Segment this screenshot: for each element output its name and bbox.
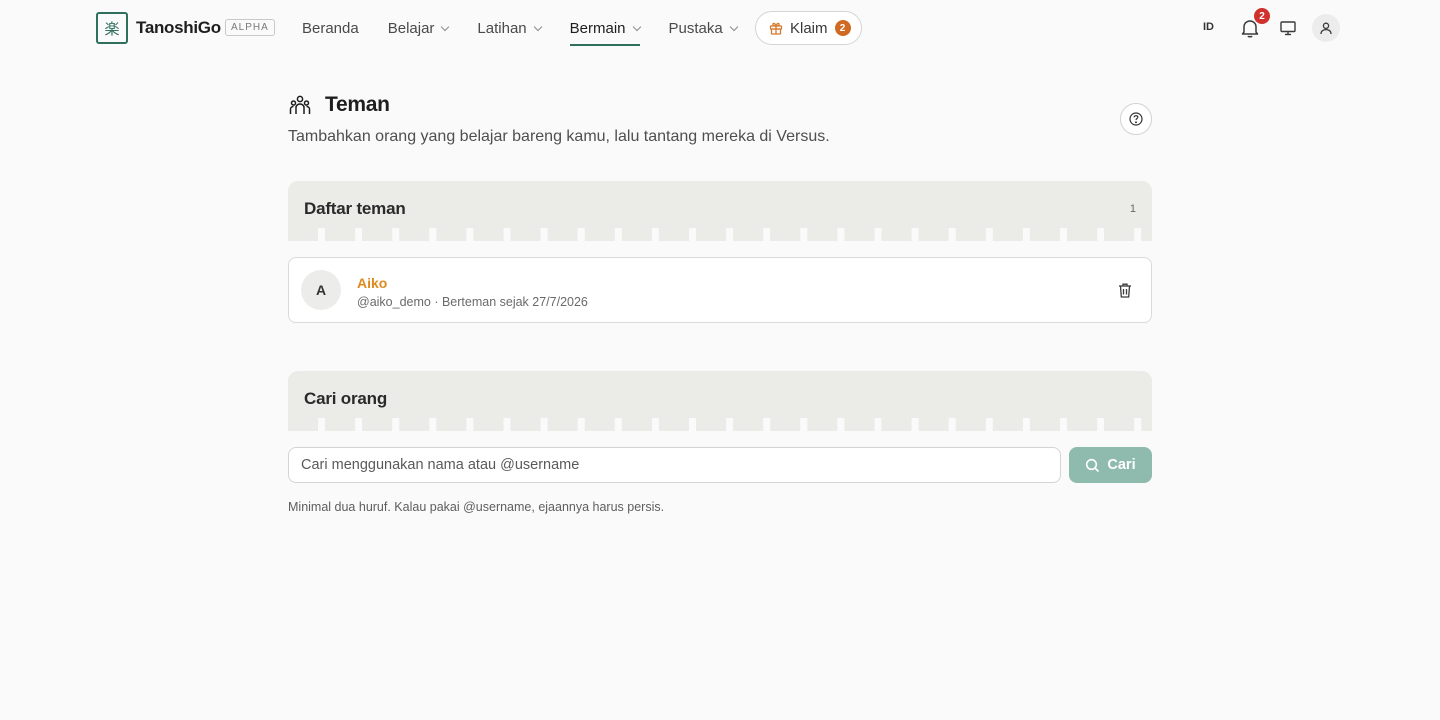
help-icon (1129, 112, 1143, 126)
avatar: A (301, 270, 341, 310)
nav-item-beranda[interactable]: Beranda (302, 0, 359, 56)
claim-button[interactable]: Klaim 2 (755, 11, 862, 45)
friends-section-header: Daftar teman 1 (288, 181, 1152, 241)
chevron-down-icon (533, 22, 542, 31)
monitor-icon[interactable] (1279, 19, 1297, 37)
friend-list-item[interactable]: A Aiko @aiko_demo · Berteman sejak 27/7/… (288, 257, 1152, 323)
chevron-down-icon (632, 22, 641, 31)
people-icon (289, 95, 311, 114)
notification-count-badge: 2 (1254, 8, 1270, 24)
claim-count-badge: 2 (834, 20, 851, 36)
nav-label: Latihan (477, 19, 527, 37)
search-hint: Minimal dua huruf. Kalau pakai @username… (288, 500, 665, 514)
nav-item-belajar[interactable]: Belajar (387, 0, 450, 56)
page-subtitle: Tambahkan orang yang belajar bareng kamu… (288, 128, 830, 145)
user-menu-button[interactable] (1312, 14, 1340, 42)
friend-name-link[interactable]: Aiko (357, 275, 387, 291)
search-button-label: Cari (1107, 457, 1136, 473)
nav-label: Belajar (387, 19, 435, 37)
language-switch[interactable]: ID (1203, 21, 1214, 33)
logo-icon[interactable]: 楽 (96, 12, 128, 44)
nav-item-bermain[interactable]: Bermain (569, 0, 641, 56)
chevron-down-icon (729, 22, 738, 31)
chevron-down-icon (441, 22, 450, 31)
alpha-badge: ALPHA (225, 19, 275, 36)
brand-name[interactable]: TanoshiGo (136, 18, 221, 38)
search-section-title: Cari orang (304, 389, 388, 408)
friends-count: 1 (1129, 203, 1136, 215)
friend-meta: @aiko_demo · Berteman sejak 27/7/2026 (357, 295, 588, 309)
help-button[interactable] (1120, 103, 1152, 135)
nav-item-pustaka[interactable]: Pustaka (668, 0, 738, 56)
friends-section-title: Daftar teman (304, 199, 406, 218)
ticks-decoration (318, 418, 1142, 431)
user-icon (1320, 22, 1332, 35)
nav-label: Beranda (302, 19, 359, 37)
claim-label: Klaim (790, 19, 828, 37)
search-button[interactable]: Cari (1069, 447, 1152, 483)
nav-label: Bermain (569, 19, 626, 37)
main-nav: Beranda Belajar Latihan Bermain Pustaka (302, 0, 766, 56)
search-icon (1086, 458, 1100, 472)
nav-label: Pustaka (668, 19, 723, 37)
top-navigation-bar: 楽 TanoshiGo ALPHA Beranda Belajar Latiha… (0, 0, 1440, 56)
trash-icon[interactable] (1117, 282, 1133, 299)
nav-item-latihan[interactable]: Latihan (477, 0, 542, 56)
ticks-decoration (318, 228, 1142, 241)
gift-icon (769, 22, 783, 35)
search-section-header: Cari orang (288, 371, 1152, 431)
page-title: Teman (325, 93, 390, 116)
search-input[interactable] (288, 447, 1061, 483)
